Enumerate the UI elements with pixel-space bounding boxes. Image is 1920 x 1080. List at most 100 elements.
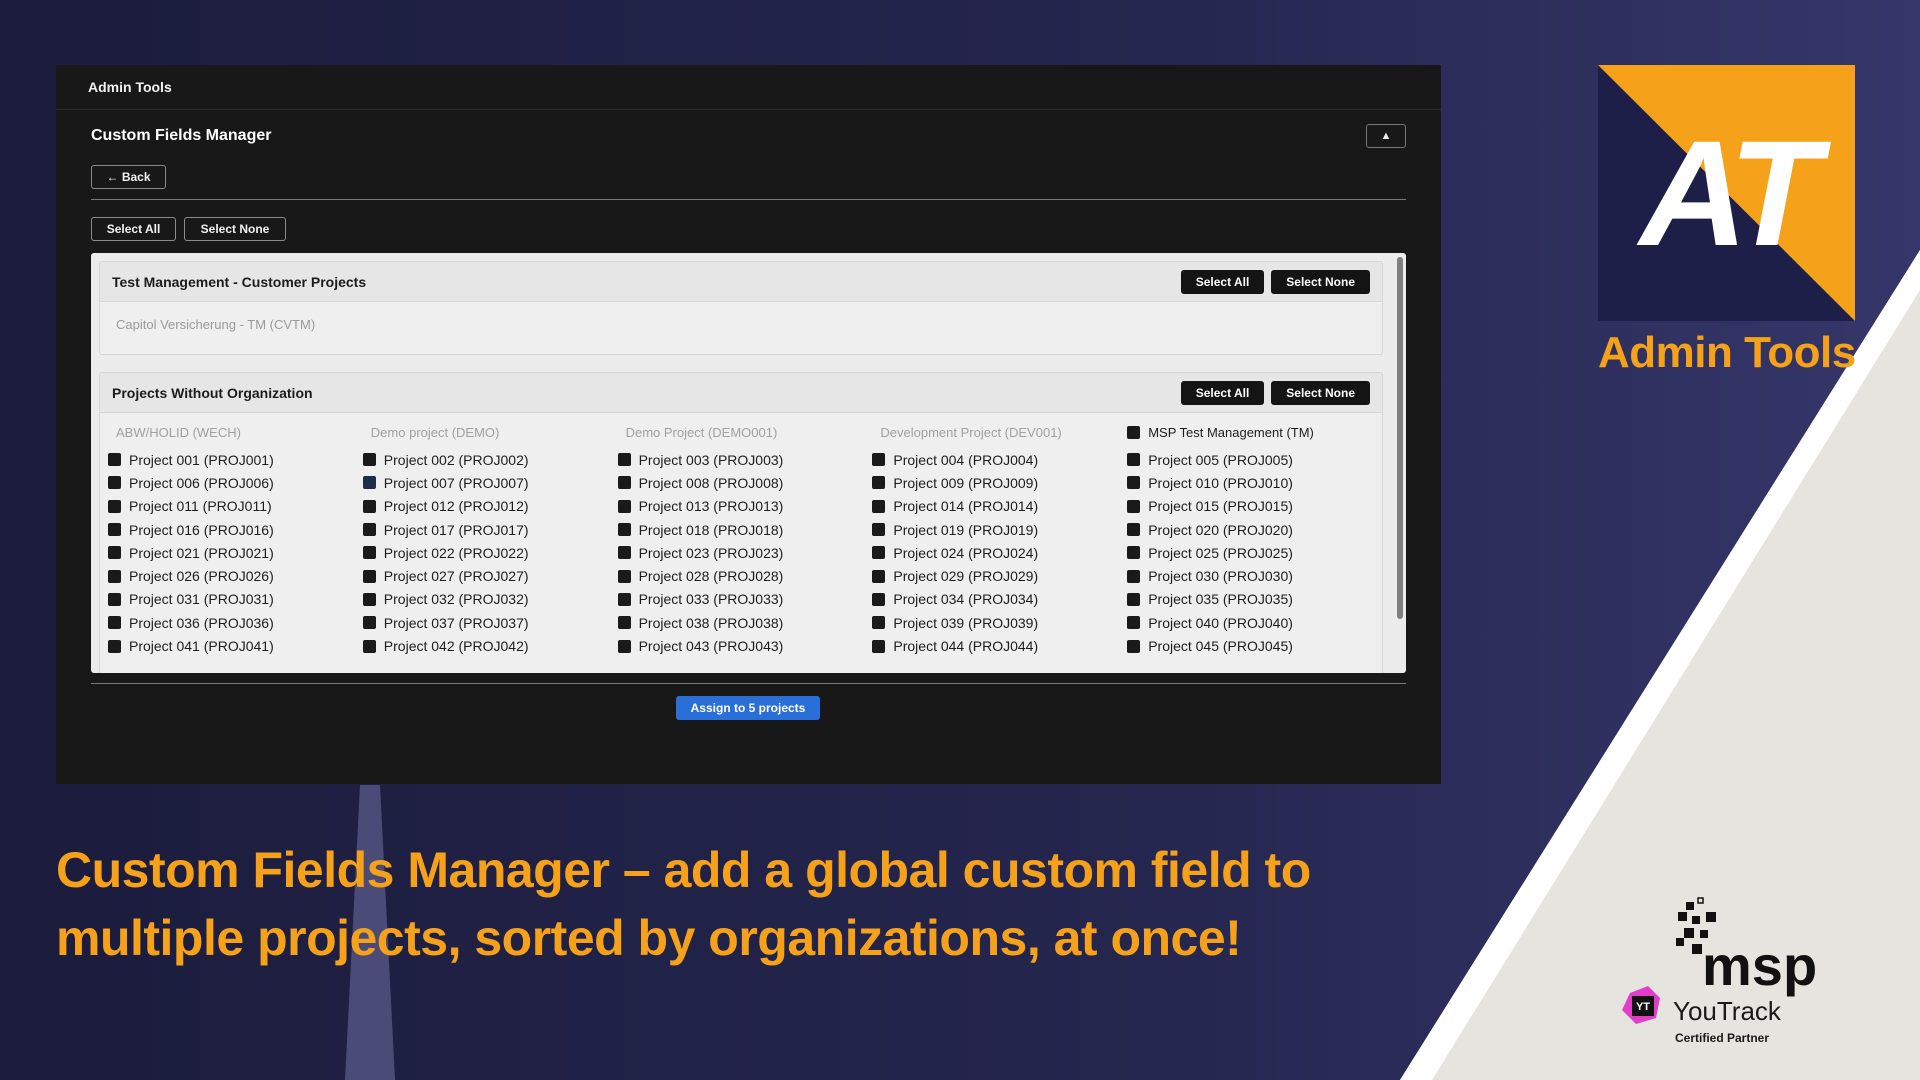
project-item[interactable]: Project 004 (PROJ004)	[872, 448, 1127, 471]
project-item[interactable]: Project 031 (PROJ031)	[108, 588, 363, 611]
checkbox[interactable]	[617, 616, 631, 630]
assign-button[interactable]: Assign to 5 projects	[676, 696, 820, 720]
checkbox[interactable]	[617, 453, 631, 467]
checkbox[interactable]	[108, 546, 121, 560]
project-item[interactable]: Project 015 (PROJ015)	[1127, 495, 1382, 518]
project-item[interactable]: Project 007 (PROJ007)	[362, 471, 618, 494]
project-item[interactable]: Project 022 (PROJ022)	[362, 541, 618, 564]
checkbox[interactable]	[108, 476, 121, 490]
project-item[interactable]: Project 016 (PROJ016)	[108, 518, 363, 541]
group-select-none-button[interactable]: Select None	[1271, 269, 1370, 294]
project-item[interactable]: Project 019 (PROJ019)	[872, 518, 1127, 541]
checkbox[interactable]	[617, 592, 631, 606]
project-item[interactable]: Project 006 (PROJ006)	[108, 471, 363, 494]
checkbox[interactable]	[108, 453, 121, 467]
project-item[interactable]: Project 045 (PROJ045)	[1127, 634, 1382, 657]
checkbox[interactable]	[872, 453, 886, 467]
project-item[interactable]: Project 003 (PROJ003)	[617, 448, 873, 471]
project-item[interactable]: Project 029 (PROJ029)	[872, 564, 1127, 587]
checkbox[interactable]	[1127, 592, 1141, 606]
project-item[interactable]: Project 017 (PROJ017)	[362, 518, 618, 541]
project-item[interactable]: Project 026 (PROJ026)	[108, 564, 363, 587]
checkbox[interactable]	[872, 499, 886, 513]
checkbox[interactable]	[1127, 426, 1141, 439]
project-item[interactable]: Project 014 (PROJ014)	[872, 495, 1127, 518]
checkbox[interactable]	[362, 639, 376, 653]
checkbox[interactable]	[362, 453, 376, 467]
checkbox[interactable]	[1127, 453, 1141, 467]
checkbox[interactable]	[617, 546, 631, 560]
project-item[interactable]: Project 001 (PROJ001)	[108, 448, 363, 471]
checkbox[interactable]	[1127, 546, 1141, 560]
group-select-none-button[interactable]: Select None	[1271, 380, 1370, 405]
project-item[interactable]: Project 032 (PROJ032)	[362, 588, 618, 611]
checkbox[interactable]	[872, 569, 886, 583]
checkbox[interactable]	[617, 523, 631, 537]
project-item[interactable]: Project 034 (PROJ034)	[872, 588, 1127, 611]
project-item[interactable]: Project 025 (PROJ025)	[1127, 541, 1382, 564]
checkbox[interactable]	[1127, 499, 1141, 513]
checkbox[interactable]	[617, 499, 631, 513]
back-button[interactable]: ← Back	[91, 165, 166, 189]
checkbox[interactable]	[108, 569, 121, 583]
project-item[interactable]: Project 040 (PROJ040)	[1127, 611, 1382, 634]
group-select-all-button[interactable]: Select All	[1180, 269, 1265, 294]
checkbox[interactable]	[108, 616, 121, 630]
collapse-button[interactable]: ▲	[1366, 124, 1406, 148]
checkbox[interactable]	[872, 476, 886, 490]
project-item[interactable]: Project 035 (PROJ035)	[1127, 588, 1382, 611]
group-select-all-button[interactable]: Select All	[1180, 380, 1265, 405]
project-item[interactable]: Project 036 (PROJ036)	[108, 611, 363, 634]
project-item[interactable]: Project 020 (PROJ020)	[1127, 518, 1382, 541]
checkbox[interactable]	[617, 639, 631, 653]
checkbox[interactable]	[617, 569, 631, 583]
checkbox[interactable]	[362, 546, 376, 560]
checkbox[interactable]	[872, 523, 886, 537]
checkbox[interactable]	[617, 476, 631, 490]
project-item[interactable]: Project 023 (PROJ023)	[617, 541, 873, 564]
project-item[interactable]: Project 008 (PROJ008)	[617, 471, 873, 494]
checkbox[interactable]	[362, 592, 376, 606]
project-item[interactable]: Project 009 (PROJ009)	[872, 471, 1127, 494]
project-item[interactable]: Project 042 (PROJ042)	[362, 634, 618, 657]
checkbox[interactable]	[362, 616, 376, 630]
project-item[interactable]: Project 033 (PROJ033)	[617, 588, 873, 611]
checkbox[interactable]	[108, 499, 121, 513]
select-none-button[interactable]: Select None	[184, 217, 286, 241]
checkbox[interactable]	[108, 592, 121, 606]
project-item[interactable]: Project 041 (PROJ041)	[108, 634, 363, 657]
checkbox[interactable]	[362, 499, 376, 513]
checkbox[interactable]	[1127, 639, 1141, 653]
checkbox[interactable]	[362, 476, 376, 490]
project-item[interactable]: Project 002 (PROJ002)	[362, 448, 618, 471]
project-item[interactable]: Project 043 (PROJ043)	[617, 634, 873, 657]
checkbox[interactable]	[108, 639, 121, 653]
project-item[interactable]: Project 021 (PROJ021)	[108, 541, 363, 564]
scrollbar[interactable]	[1397, 257, 1403, 619]
checkbox[interactable]	[872, 616, 886, 630]
select-all-button[interactable]: Select All	[91, 217, 176, 241]
checkbox[interactable]	[872, 592, 886, 606]
project-list-panel[interactable]: Test Management - Customer Projects Sele…	[91, 253, 1406, 673]
project-item[interactable]: Project 024 (PROJ024)	[872, 541, 1127, 564]
project-item[interactable]: Project 028 (PROJ028)	[617, 564, 873, 587]
project-item[interactable]: Project 038 (PROJ038)	[617, 611, 873, 634]
checkbox[interactable]	[1127, 523, 1141, 537]
project-item[interactable]: Project 012 (PROJ012)	[362, 495, 618, 518]
project-item[interactable]: Project 044 (PROJ044)	[872, 634, 1127, 657]
project-item[interactable]: Project 018 (PROJ018)	[617, 518, 873, 541]
checkbox[interactable]	[1127, 476, 1141, 490]
checkbox[interactable]	[108, 523, 121, 537]
checkbox[interactable]	[1127, 616, 1141, 630]
checkbox[interactable]	[362, 523, 376, 537]
org-project-header[interactable]: MSP Test Management (TM)	[1127, 413, 1382, 448]
project-item[interactable]: Project 011 (PROJ011)	[108, 495, 363, 518]
checkbox[interactable]	[872, 639, 886, 653]
project-item[interactable]: Project 037 (PROJ037)	[362, 611, 618, 634]
project-item[interactable]: Project 013 (PROJ013)	[617, 495, 873, 518]
checkbox[interactable]	[1127, 569, 1141, 583]
checkbox[interactable]	[362, 569, 376, 583]
checkbox[interactable]	[872, 546, 886, 560]
project-item[interactable]: Project 010 (PROJ010)	[1127, 471, 1382, 494]
project-item[interactable]: Project 027 (PROJ027)	[362, 564, 618, 587]
